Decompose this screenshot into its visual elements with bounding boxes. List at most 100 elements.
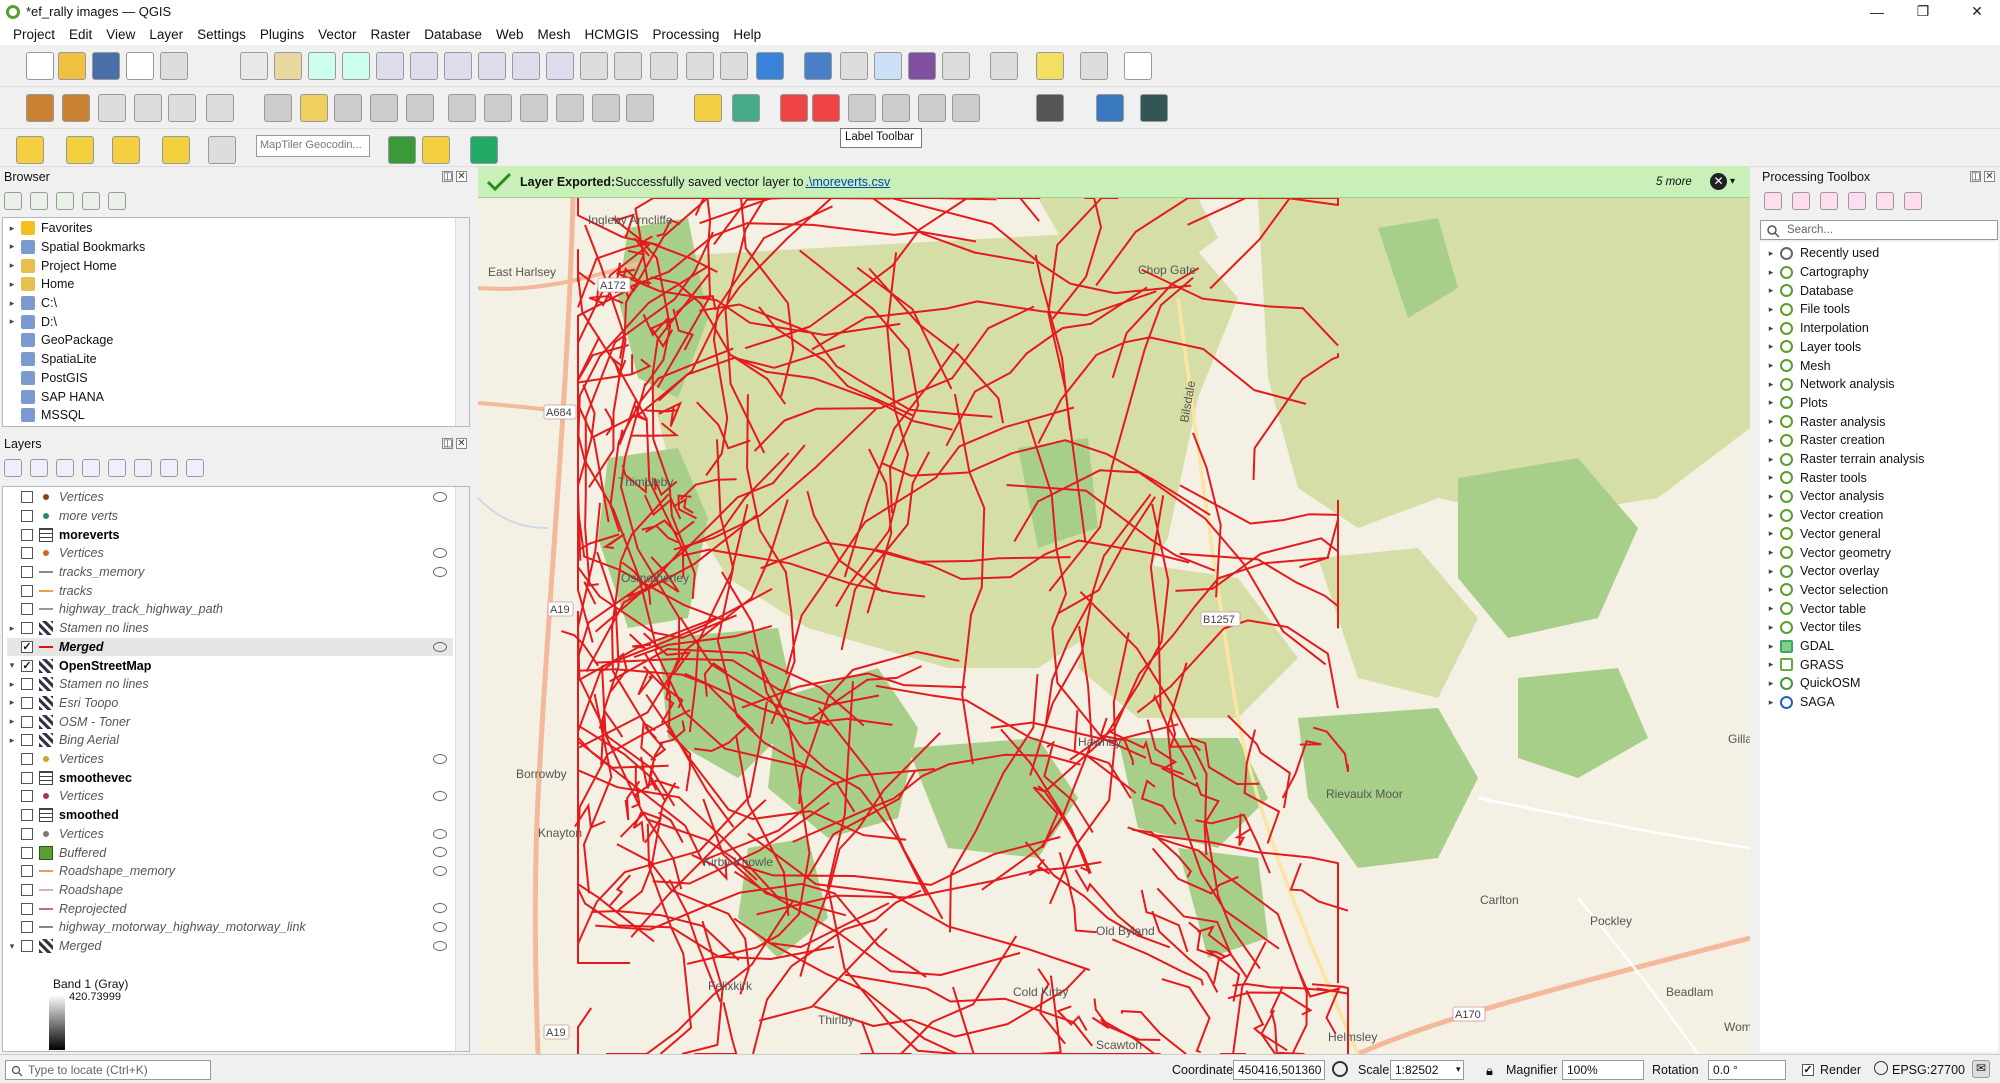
zoom-full-icon[interactable] [376, 52, 404, 80]
style-manager-icon[interactable] [4, 459, 22, 477]
processing-search-input[interactable]: Search... [1760, 220, 1998, 240]
processing-provider[interactable]: ▸ Raster tools [1766, 468, 1867, 487]
layer-visibility-checkbox[interactable] [21, 940, 33, 953]
expand-arrow-icon[interactable]: ▾ [7, 941, 17, 952]
expand-arrow-icon[interactable]: ▸ [1766, 697, 1776, 708]
layer-visibility-checkbox[interactable] [21, 509, 33, 522]
layer-indicator-icon[interactable] [433, 641, 447, 652]
zoom-native-icon[interactable] [478, 52, 506, 80]
layer-visibility-checkbox[interactable] [21, 865, 33, 878]
save-project-icon[interactable] [92, 52, 120, 80]
menu-processing[interactable]: Processing [646, 27, 727, 42]
expand-arrow-icon[interactable]: ▸ [1766, 622, 1776, 633]
label-rotate-icon[interactable] [882, 94, 910, 122]
geocode-go-icon[interactable] [388, 136, 416, 164]
expand-arrow-icon[interactable]: ▸ [7, 298, 17, 309]
deselect-icon[interactable] [112, 136, 140, 164]
open-project-icon[interactable] [58, 52, 86, 80]
layer-indicator-icon[interactable] [433, 866, 447, 876]
expand-arrow-icon[interactable]: ▾ [7, 660, 17, 671]
collapse-all-icon[interactable] [82, 192, 100, 210]
select-features-icon[interactable] [16, 136, 44, 164]
layer-visibility-checkbox[interactable] [21, 566, 33, 579]
expand-arrow-icon[interactable]: ▸ [1766, 547, 1776, 558]
refresh-icon[interactable] [30, 192, 48, 210]
layer-visibility-checkbox[interactable]: ✓ [21, 659, 33, 672]
results-icon[interactable] [1848, 192, 1866, 210]
minimize-button[interactable]: — [1854, 0, 1900, 23]
layer-visibility-checkbox[interactable] [21, 790, 33, 803]
browser-item[interactable]: ▸ D:\ [7, 313, 57, 332]
browser-close-button[interactable]: ✕ [456, 171, 467, 182]
expand-arrow-icon[interactable]: ▸ [7, 316, 17, 327]
temporal-icon[interactable] [720, 52, 748, 80]
filter-icon[interactable] [56, 192, 74, 210]
layer-row[interactable]: ▾ Merged [7, 937, 453, 956]
add-layer-icon[interactable] [4, 192, 22, 210]
browser-item[interactable]: GeoPackage [7, 331, 113, 350]
expand-arrow-icon[interactable]: ▸ [1766, 416, 1776, 427]
refresh-icon[interactable] [756, 52, 784, 80]
expand-arrow-icon[interactable]: ▸ [1766, 584, 1776, 595]
magnifier-field[interactable]: 100% [1562, 1060, 1644, 1080]
scale-field[interactable]: 1:82502 [1390, 1060, 1464, 1080]
layer-row[interactable]: Reprojected [7, 899, 453, 918]
layer-visibility-checkbox[interactable] [21, 883, 33, 896]
undo-icon[interactable] [592, 94, 620, 122]
browser-item[interactable]: MSSQL [7, 406, 85, 425]
info-icon[interactable] [108, 192, 126, 210]
map-tips-icon[interactable] [1036, 52, 1064, 80]
layer-row[interactable]: ▸ Esri Toopo [7, 694, 453, 713]
menu-web[interactable]: Web [489, 27, 531, 42]
expand-arrow-icon[interactable]: ▸ [1766, 510, 1776, 521]
expand-arrow-icon[interactable]: ▸ [1766, 341, 1776, 352]
close-window-button[interactable]: ✕ [1954, 0, 2000, 23]
layer-indicator-icon[interactable] [433, 940, 447, 951]
menu-project[interactable]: Project [6, 27, 62, 42]
diagram-icon[interactable] [732, 94, 760, 122]
save-edits-icon[interactable] [334, 94, 362, 122]
gear-icon[interactable] [874, 52, 902, 80]
filter-expression-icon[interactable] [108, 459, 126, 477]
zoom-out-icon[interactable] [342, 52, 370, 80]
data-source-manager-icon[interactable] [26, 94, 54, 122]
layer-visibility-checkbox[interactable] [21, 528, 33, 541]
expand-arrow-icon[interactable]: ▸ [1766, 323, 1776, 334]
crs-label[interactable]: EPSG:27700 [1892, 1063, 1965, 1077]
python-icon[interactable] [1096, 94, 1124, 122]
layer-row[interactable]: Roadshape [7, 881, 453, 900]
layer-row[interactable]: Vertices [7, 825, 453, 844]
layer-visibility-checkbox[interactable] [21, 921, 33, 934]
layer-indicator-icon[interactable] [433, 828, 447, 839]
expand-arrow-icon[interactable]: ▸ [1766, 659, 1776, 670]
redo-icon[interactable] [626, 94, 654, 122]
new-virtual-layer-icon[interactable] [206, 94, 234, 122]
menu-view[interactable]: View [99, 27, 142, 42]
filter-legend-icon[interactable] [82, 459, 100, 477]
layer-indicator-icon[interactable] [433, 492, 447, 502]
message-link[interactable]: .\moreverts.csv [805, 175, 890, 189]
save-as-icon[interactable] [126, 52, 154, 80]
rotation-field[interactable]: 0.0 ° [1708, 1060, 1786, 1080]
layer-row[interactable]: ✓ Merged [7, 637, 453, 657]
processing-provider[interactable]: ▸ Recently used [1766, 244, 1879, 263]
text-annotation-icon[interactable] [1124, 52, 1152, 80]
select-location-icon[interactable] [162, 136, 190, 164]
expand-arrow-icon[interactable]: ▸ [1766, 641, 1776, 652]
processing-provider[interactable]: ▸ Mesh [1766, 356, 1831, 375]
statistics-icon[interactable] [908, 52, 936, 80]
menu-mesh[interactable]: Mesh [531, 27, 578, 42]
processing-provider[interactable]: ▸ Raster terrain analysis [1766, 450, 1925, 469]
layer-visibility-checkbox[interactable] [21, 771, 33, 784]
expand-arrow-icon[interactable]: ▸ [1766, 360, 1776, 371]
layer-row[interactable]: more verts [7, 507, 453, 526]
expand-arrow-icon[interactable]: ▸ [1766, 435, 1776, 446]
scripts-icon[interactable] [1792, 192, 1810, 210]
processing-provider[interactable]: ▸ Plots [1766, 394, 1828, 413]
layer-row[interactable]: ▾ ✓ OpenStreetMap [7, 656, 453, 675]
layer-row[interactable]: Vertices [7, 488, 453, 507]
layer-row[interactable]: ▸ OSM - Toner [7, 712, 453, 731]
new-3d-view-icon[interactable] [614, 52, 642, 80]
pan-to-selection-icon[interactable] [274, 52, 302, 80]
menu-raster[interactable]: Raster [363, 27, 417, 42]
